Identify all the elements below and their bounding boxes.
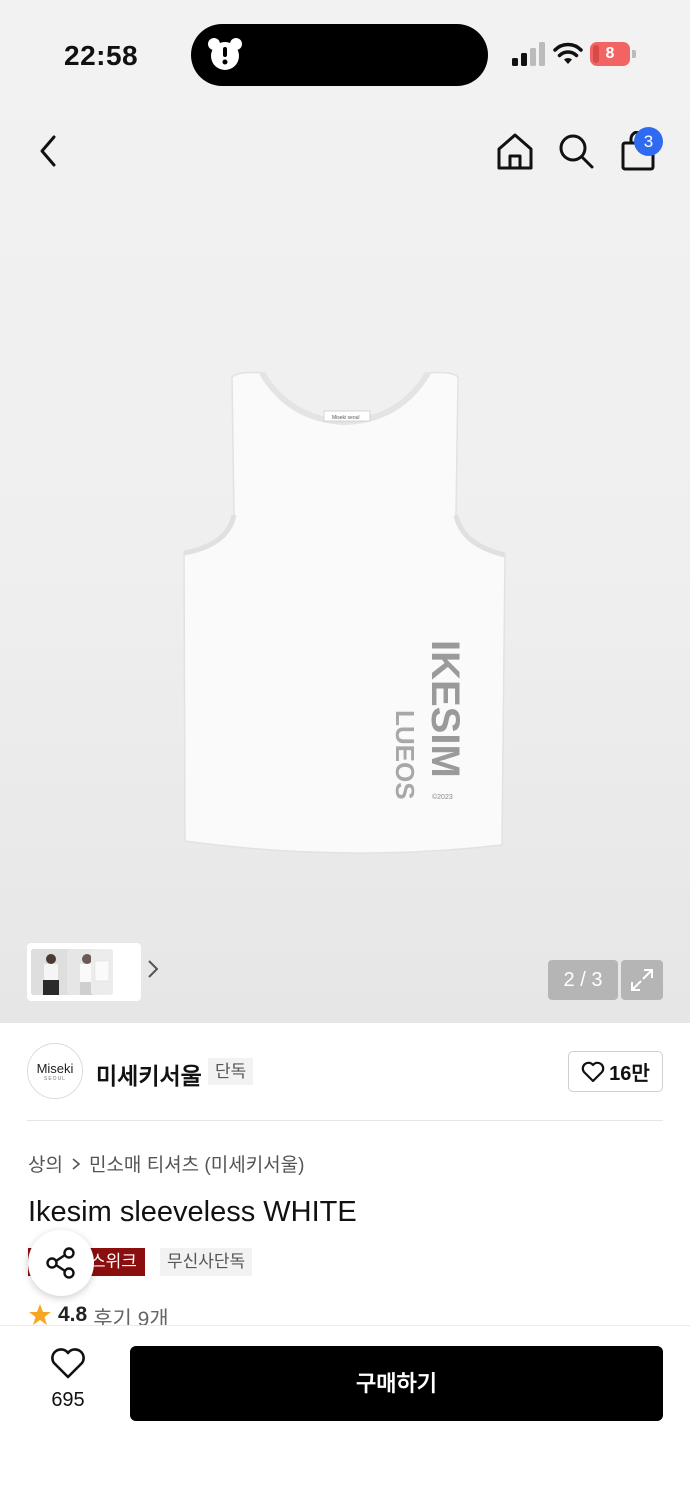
chevron-right-icon [72, 1157, 81, 1170]
thumbnail-image[interactable] [31, 949, 71, 995]
brand-logo-text: Miseki [36, 1061, 74, 1076]
breadcrumb-item[interactable]: 상의 [28, 1150, 63, 1177]
cellular-signal-icon [512, 42, 545, 66]
product-image-gallery[interactable]: 22:58 8 3 Miseki seoul IKESIM LUEOS ©202… [0, 0, 690, 1023]
heart-icon [581, 1061, 605, 1082]
divider [27, 1120, 663, 1121]
wishlist-button[interactable]: 695 [30, 1348, 106, 1412]
brand-name[interactable]: 미세키서울 [96, 1057, 202, 1091]
search-button[interactable] [552, 127, 600, 175]
svg-text:IKESIM: IKESIM [423, 640, 467, 778]
expand-image-button[interactable] [621, 960, 663, 1000]
share-button[interactable] [28, 1230, 94, 1296]
search-icon [559, 134, 594, 169]
cart-count-badge: 3 [634, 127, 663, 156]
rating-score: 4.8 [58, 1303, 88, 1326]
product-image: Miseki seoul IKESIM LUEOS ©2023 [183, 371, 506, 854]
breadcrumb-item[interactable]: 민소매 티셔츠 (미세키서울) [89, 1150, 305, 1177]
chevron-right-icon[interactable] [147, 959, 159, 979]
battery-indicator: 8 [590, 42, 636, 66]
star-icon [29, 1304, 51, 1325]
brand-logo-subtext: SEOUL [44, 1076, 66, 1082]
review-count[interactable]: 후기 9개 [93, 1303, 168, 1327]
battery-level: 8 [605, 45, 615, 62]
image-page-counter: 2 / 3 [548, 960, 618, 1000]
brand-logo[interactable]: Miseki SEOUL [27, 1043, 83, 1099]
rating-summary[interactable]: 4.8 후기 9개 [28, 1303, 169, 1327]
home-icon [497, 133, 533, 170]
thumbnail-image[interactable] [91, 949, 113, 995]
brand-like-count: 16만 [609, 1063, 650, 1085]
home-button[interactable] [491, 127, 539, 175]
expand-icon [631, 969, 653, 991]
svg-text:Miseki seoul: Miseki seoul [332, 415, 360, 421]
brand-like-button[interactable]: 16만 [568, 1051, 663, 1092]
brand-exclusive-tag: 단독 [208, 1058, 254, 1085]
breadcrumb: 상의 민소매 티셔츠 (미세키서울) [28, 1150, 304, 1177]
buy-button[interactable]: 구매하기 [130, 1346, 663, 1421]
back-icon [40, 135, 56, 167]
heart-icon [51, 1348, 85, 1379]
dynamic-island [191, 24, 488, 86]
thumbnail-strip[interactable] [27, 943, 159, 1001]
share-icon [46, 1247, 75, 1279]
exclusive-tag: 무신사단독 [160, 1248, 253, 1276]
svg-text:©2023: ©2023 [432, 793, 453, 801]
app-activity-icon [208, 38, 242, 70]
status-time: 22:58 [64, 40, 139, 71]
wifi-icon [553, 42, 583, 64]
svg-text:LUEOS: LUEOS [390, 710, 420, 800]
product-title: Ikesim sleeveless WHITE [28, 1196, 357, 1228]
back-button[interactable] [24, 127, 72, 175]
wishlist-count: 695 [51, 1389, 85, 1411]
